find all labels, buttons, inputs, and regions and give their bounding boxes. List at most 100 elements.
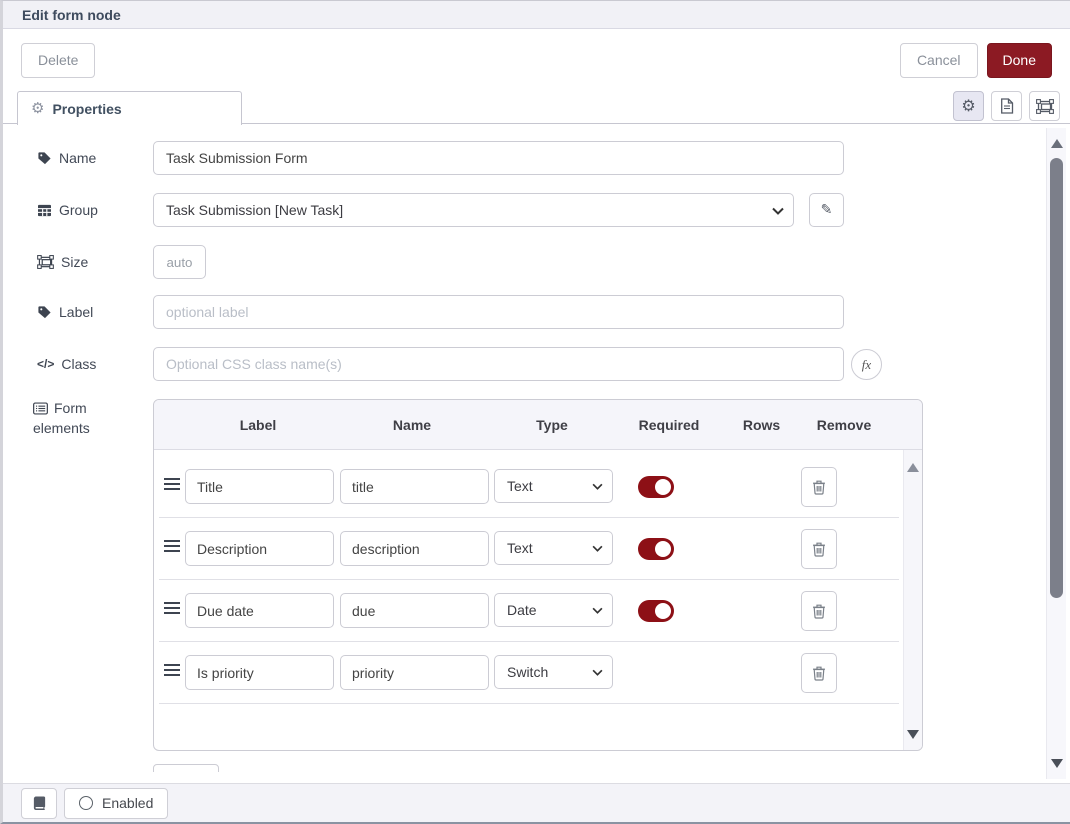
required-toggle[interactable]: [638, 538, 674, 560]
gear-icon: ⚙: [961, 98, 975, 114]
element-label-input[interactable]: [185, 531, 334, 566]
remove-element-button[interactable]: [801, 529, 837, 569]
scroll-up-arrow[interactable]: [907, 463, 919, 472]
required-toggle[interactable]: [638, 600, 674, 622]
scrollbar-thumb[interactable]: [1050, 158, 1063, 598]
chevron-down-icon: [772, 207, 784, 215]
scroll-down-arrow[interactable]: [1051, 759, 1063, 768]
dialog-title: Edit form node: [22, 7, 121, 23]
column-header-remove: Remove: [799, 417, 889, 433]
table-row: Text: [159, 518, 899, 580]
tag-icon: [37, 151, 52, 166]
element-type-select[interactable]: Switch: [494, 655, 613, 689]
scroll-up-arrow[interactable]: [1051, 139, 1063, 148]
file-icon: [1000, 98, 1014, 114]
book-icon: [32, 795, 47, 811]
form-elements-list: Text Text: [154, 450, 922, 750]
element-type-select[interactable]: Text: [494, 469, 613, 503]
element-label-input[interactable]: [185, 469, 334, 504]
list-scrollbar[interactable]: [903, 450, 922, 750]
delete-button[interactable]: Delete: [21, 43, 95, 78]
group-select[interactable]: Task Submission [New Task]: [153, 193, 794, 227]
done-button[interactable]: Done: [987, 43, 1052, 78]
table-icon: [37, 204, 52, 217]
drag-handle-icon[interactable]: [164, 478, 180, 493]
edit-form-node-dialog: Edit form node Delete Cancel Done ⚙ Prop…: [0, 0, 1070, 824]
tab-properties[interactable]: ⚙ Properties: [17, 91, 242, 125]
trash-icon: [812, 479, 826, 495]
element-name-input[interactable]: [340, 531, 489, 566]
element-name-input[interactable]: [340, 655, 489, 690]
fx-icon: fx: [862, 357, 871, 373]
table-row: Text: [159, 456, 899, 518]
scroll-down-arrow[interactable]: [907, 730, 919, 739]
toolbar-right-group: Cancel Done: [900, 43, 1052, 78]
fx-button[interactable]: fx: [851, 349, 882, 380]
drag-handle-icon[interactable]: [164, 602, 180, 617]
dialog-toolbar: Delete Cancel Done: [3, 29, 1070, 91]
form-elements-section-label: Form elements: [33, 398, 143, 438]
tab-bar: ⚙ Properties ⚙: [3, 91, 1070, 124]
description-tab-button[interactable]: [991, 91, 1022, 121]
appearance-tab-button[interactable]: [1029, 91, 1060, 121]
label-field-label: Label: [37, 295, 93, 329]
circle-icon: [79, 796, 93, 810]
object-group-icon: [1036, 99, 1054, 114]
properties-tab-button[interactable]: ⚙: [953, 91, 984, 121]
form-elements-table: Label Name Type Required Rows Remove Tex…: [153, 399, 923, 751]
gear-icon: ⚙: [31, 101, 44, 116]
drag-handle-icon[interactable]: [164, 540, 180, 555]
cancel-button[interactable]: Cancel: [900, 43, 978, 78]
enabled-label: Enabled: [102, 795, 153, 811]
code-icon: </>: [37, 357, 54, 371]
table-row: Date: [159, 580, 899, 642]
element-label-input[interactable]: [185, 593, 334, 628]
chevron-down-icon: [592, 483, 603, 490]
column-header-required: Required: [614, 417, 724, 433]
add-element-button[interactable]: [153, 764, 219, 772]
chevron-down-icon: [592, 545, 603, 552]
chevron-down-icon: [592, 607, 603, 614]
node-help-button[interactable]: [21, 788, 57, 819]
object-group-icon: [37, 255, 54, 269]
remove-element-button[interactable]: [801, 653, 837, 693]
required-toggle[interactable]: [638, 476, 674, 498]
edit-group-button[interactable]: ✎: [809, 193, 844, 227]
column-header-name: Name: [334, 417, 490, 433]
element-label-input[interactable]: [185, 655, 334, 690]
size-field-label: Size: [37, 245, 88, 279]
tag-icon: [37, 305, 52, 320]
panel-scrollbar[interactable]: [1046, 128, 1066, 779]
drag-handle-icon[interactable]: [164, 664, 180, 679]
properties-panel: Name Group Task Submission [New Task] ✎ …: [3, 124, 1070, 783]
pencil-icon: ✎: [821, 203, 833, 217]
tab-properties-label: Properties: [52, 101, 121, 117]
remove-element-button[interactable]: [801, 467, 837, 507]
group-field-label: Group: [37, 193, 98, 227]
column-header-label: Label: [182, 417, 334, 433]
element-name-input[interactable]: [340, 469, 489, 504]
remove-element-button[interactable]: [801, 591, 837, 631]
group-select-value: Task Submission [New Task]: [166, 202, 343, 218]
form-elements-header-row: Label Name Type Required Rows Remove: [154, 400, 922, 450]
column-header-rows: Rows: [724, 417, 799, 433]
trash-icon: [812, 665, 826, 681]
name-input[interactable]: [153, 141, 844, 175]
class-field-label: </> Class: [37, 347, 96, 381]
properties-scroll-viewport: Name Group Task Submission [New Task] ✎ …: [3, 124, 1044, 772]
enabled-toggle-button[interactable]: Enabled: [64, 788, 168, 819]
chevron-down-icon: [592, 669, 603, 676]
list-alt-icon: [33, 402, 48, 415]
tab-icon-buttons: ⚙: [953, 91, 1070, 123]
trash-icon: [812, 541, 826, 557]
element-type-select[interactable]: Text: [494, 531, 613, 565]
size-button[interactable]: auto: [153, 245, 206, 279]
class-input[interactable]: [153, 347, 844, 381]
table-row: Switch: [159, 642, 899, 704]
label-input[interactable]: [153, 295, 844, 329]
element-name-input[interactable]: [340, 593, 489, 628]
trash-icon: [812, 603, 826, 619]
column-header-type: Type: [490, 417, 614, 433]
element-type-select[interactable]: Date: [494, 593, 613, 627]
name-field-label: Name: [37, 141, 96, 175]
